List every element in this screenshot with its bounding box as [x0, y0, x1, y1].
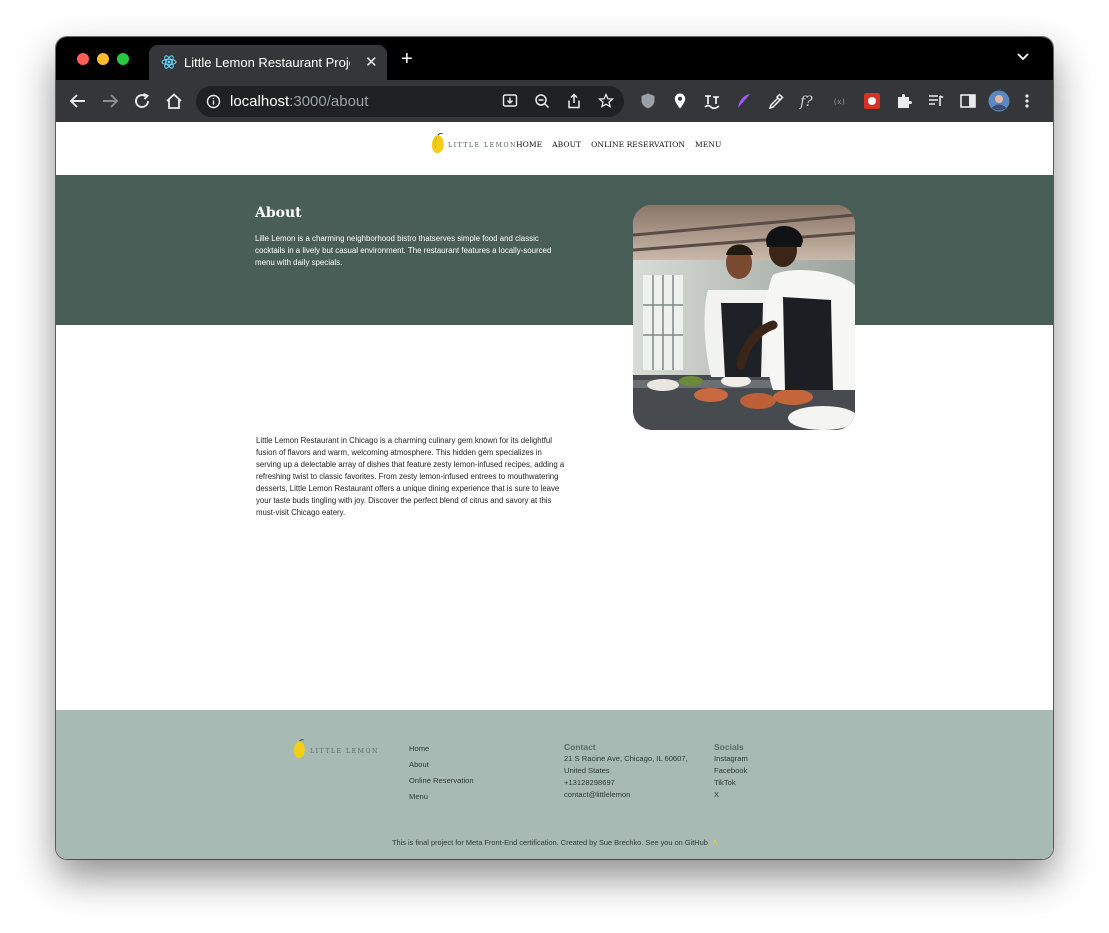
nav-online-reservation[interactable]: ONLINE RESERVATION [591, 140, 685, 149]
site-footer: LITTLE LEMON Home About Online Reservati… [56, 710, 1053, 859]
reading-list-icon[interactable] [927, 92, 945, 110]
feather-icon[interactable] [735, 92, 753, 110]
shield-icon[interactable] [639, 92, 657, 110]
address-bar[interactable]: localhost:3000/about [196, 86, 624, 117]
chevron-down-icon[interactable] [1017, 52, 1029, 62]
new-tab-button[interactable]: + [401, 49, 413, 69]
more-vertical-icon[interactable] [1023, 92, 1031, 110]
web-page: LITTLE LEMON HOME ABOUT ONLINE RESERVATI… [56, 122, 1053, 859]
nav-menu[interactable]: MENU [695, 140, 721, 149]
github-link-icon[interactable]: /\ [713, 838, 717, 847]
font-function-icon[interactable]: f? [799, 92, 819, 110]
profile-avatar-icon[interactable] [988, 90, 1010, 112]
browser-toolbar: localhost:3000/about f? (x) [56, 80, 1053, 122]
nav-about[interactable]: ABOUT [552, 140, 581, 149]
svg-text:f?: f? [799, 94, 813, 110]
minimize-window-button[interactable] [97, 53, 109, 65]
translate-extension-icon[interactable] [703, 92, 721, 110]
close-window-button[interactable] [77, 53, 89, 65]
install-app-icon[interactable] [502, 93, 518, 109]
site-header: LITTLE LEMON HOME ABOUT ONLINE RESERVATI… [56, 122, 1053, 175]
puzzle-extensions-icon[interactable] [895, 92, 913, 110]
contact-email[interactable]: contact@littlelemon [564, 789, 688, 801]
red-extension-icon[interactable] [863, 92, 881, 110]
about-description: Little Lemon Restaurant in Chicago is a … [256, 436, 565, 517]
url-path: :3000/about [289, 93, 369, 110]
contact-address-line-1: 21 S Racine Ave, Chicago, IL 60607, [564, 754, 688, 763]
location-pin-icon[interactable] [671, 92, 689, 110]
url-text: localhost:3000/about [230, 93, 368, 110]
footer-logo-wordmark: LITTLE LEMON [310, 748, 379, 755]
share-icon[interactable] [566, 93, 582, 109]
hero-description: Lille Lemon is a charming neighborhood b… [255, 234, 552, 267]
credit-text: This is final project for Meta Front-End… [391, 838, 708, 847]
lemon-logo-icon[interactable] [431, 133, 445, 155]
social-link-tiktok[interactable]: TikTok [714, 777, 748, 789]
contact-phone[interactable]: +13128298697 [564, 777, 688, 789]
logo-wordmark: LITTLE LEMON [448, 142, 517, 149]
footer-link-menu[interactable]: Menu [409, 789, 474, 805]
footer-link-home[interactable]: Home [409, 741, 474, 757]
svg-text:(x): (x) [833, 98, 846, 106]
browser-tab-active[interactable]: Little Lemon Restaurant Project ✕ [149, 45, 387, 80]
reload-icon[interactable] [133, 92, 151, 110]
footer-contact: Contact 21 S Racine Ave, Chicago, IL 606… [564, 741, 688, 801]
site-info-icon[interactable] [206, 94, 221, 109]
footer-socials: Socials Instagram Facebook TikTok X [714, 741, 748, 801]
tab-title: Little Lemon Restaurant Project [184, 55, 350, 70]
contact-heading: Contact [564, 742, 596, 752]
contact-address-line-2: United States [564, 766, 610, 775]
eyedropper-icon[interactable] [767, 92, 785, 110]
footer-nav: Home About Online Reservation Menu [409, 741, 474, 805]
chefs-photo [633, 205, 855, 430]
forward-arrow-icon[interactable] [101, 92, 119, 110]
footer-lemon-logo-icon[interactable] [293, 739, 306, 760]
socials-heading: Socials [714, 742, 744, 752]
browser-window: Little Lemon Restaurant Project ✕ + loca… [56, 37, 1053, 859]
footer-link-online-reservation[interactable]: Online Reservation [409, 773, 474, 789]
side-panel-icon[interactable] [959, 92, 977, 110]
social-link-x[interactable]: X [714, 789, 748, 801]
main-nav: HOME ABOUT ONLINE RESERVATION MENU [516, 140, 721, 149]
back-arrow-icon[interactable] [69, 92, 87, 110]
url-host: localhost [230, 93, 290, 110]
about-hero: About Lille Lemon is a charming neighbor… [56, 175, 1053, 325]
bookmark-star-icon[interactable] [598, 93, 614, 109]
page-title: About [255, 205, 302, 221]
home-icon[interactable] [165, 92, 183, 110]
react-icon [161, 55, 177, 69]
tab-strip: Little Lemon Restaurant Project ✕ + [56, 37, 1053, 80]
social-link-instagram[interactable]: Instagram [714, 753, 748, 765]
footer-credit: This is final project for Meta Front-End… [56, 838, 1053, 847]
zoom-out-icon[interactable] [534, 93, 550, 109]
maximize-window-button[interactable] [117, 53, 129, 65]
social-link-facebook[interactable]: Facebook [714, 765, 748, 777]
variables-extension-icon[interactable]: (x) [831, 92, 849, 110]
close-tab-icon[interactable]: ✕ [365, 53, 378, 71]
nav-home[interactable]: HOME [516, 140, 542, 149]
footer-link-about[interactable]: About [409, 757, 474, 773]
